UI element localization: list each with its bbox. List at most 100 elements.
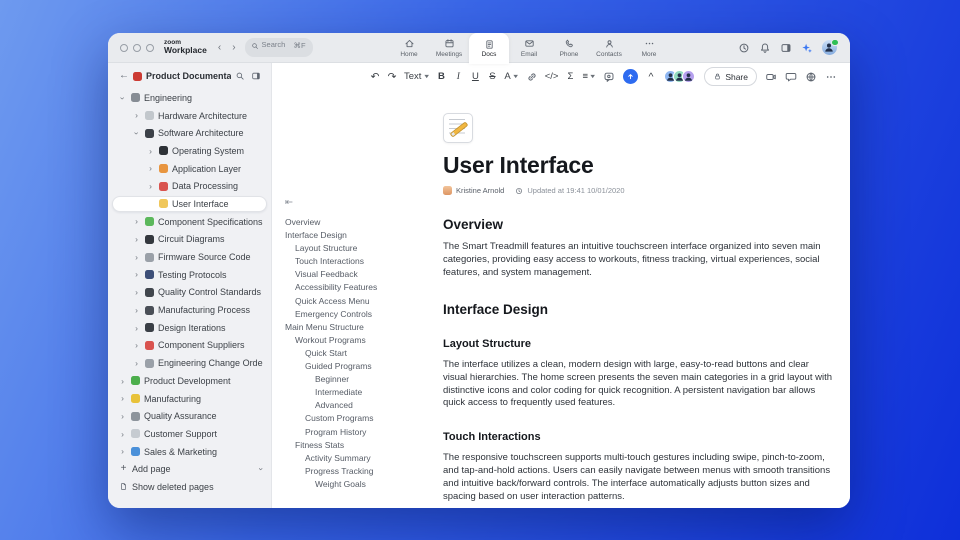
chevron-right-icon[interactable]: › — [118, 394, 127, 403]
nav-back-button[interactable]: ‹ — [218, 42, 221, 53]
bell-icon[interactable] — [759, 42, 771, 54]
sidebar-item-component-specifications[interactable]: › Component Specifications — [108, 213, 271, 231]
collapse-toolbar-button[interactable]: ^ — [643, 68, 659, 85]
chevron-right-icon[interactable]: › — [132, 324, 141, 333]
sidebar-item-hardware-architecture[interactable]: › Hardware Architecture — [108, 107, 271, 125]
chevron-right-icon[interactable]: › — [118, 447, 127, 456]
chat-bubble-icon[interactable] — [785, 71, 797, 83]
sidebar-item-testing-protocols[interactable]: › Testing Protocols — [108, 266, 271, 284]
text-color-dropdown[interactable]: A ▼ — [501, 68, 521, 85]
outline-item-touch-interactions[interactable]: Touch Interactions — [285, 255, 437, 268]
formula-button[interactable]: Σ — [562, 68, 578, 85]
global-search-input[interactable]: Search ⌘F — [244, 38, 313, 57]
ai-companion-button[interactable] — [622, 69, 638, 84]
outline-item-intermediate[interactable]: Intermediate — [285, 386, 437, 399]
chevron-right-icon[interactable]: › — [146, 164, 155, 173]
chevron-right-icon[interactable]: › — [118, 430, 127, 439]
ai-sparkle-icon[interactable] — [801, 42, 813, 54]
history-icon[interactable] — [738, 42, 750, 54]
share-button[interactable]: Share — [704, 67, 757, 86]
sidebar-item-quality-control-standards[interactable]: › Quality Control Standards — [108, 284, 271, 302]
tab-home[interactable]: Home — [389, 33, 429, 63]
undo-button[interactable]: ↶ — [367, 68, 383, 85]
video-camera-icon[interactable] — [765, 71, 777, 83]
chevron-right-icon[interactable]: › — [132, 253, 141, 262]
outline-item-quick-access-menu[interactable]: Quick Access Menu — [285, 295, 437, 308]
show-deleted-pages-button[interactable]: Show deleted pages — [108, 478, 271, 496]
outline-item-accessibility-features[interactable]: Accessibility Features — [285, 281, 437, 294]
outline-item-workout-programs[interactable]: Workout Programs — [285, 334, 437, 347]
chevron-right-icon[interactable]: › — [132, 359, 141, 368]
collaborator-avatar-3[interactable] — [682, 70, 696, 83]
outline-item-activity-summary[interactable]: Activity Summary — [285, 452, 437, 465]
chevron-right-icon[interactable]: › — [118, 412, 127, 421]
outline-item-layout-structure[interactable]: Layout Structure — [285, 242, 437, 255]
sidebar-item-component-suppliers[interactable]: › Component Suppliers — [108, 337, 271, 355]
chevron-right-icon[interactable]: › — [146, 147, 155, 156]
chevron-right-icon[interactable]: › — [132, 341, 141, 350]
back-arrow-icon[interactable]: ← — [119, 71, 129, 81]
user-avatar[interactable] — [822, 38, 839, 55]
outline-item-fitness-stats[interactable]: Fitness Stats — [285, 439, 437, 452]
tab-contacts[interactable]: Contacts — [589, 33, 629, 63]
redo-button[interactable]: ↷ — [384, 68, 400, 85]
outline-item-weight-goals[interactable]: Weight Goals — [285, 478, 437, 491]
chevron-down-icon[interactable]: › — [132, 129, 142, 138]
tab-more[interactable]: More — [629, 33, 669, 63]
maximize-button[interactable] — [146, 43, 154, 52]
outline-item-progress-tracking[interactable]: Progress Tracking — [285, 465, 437, 478]
outline-item-advanced[interactable]: Advanced — [285, 399, 437, 412]
outline-item-main-menu-structure[interactable]: Main Menu Structure — [285, 321, 437, 334]
sidebar-item-engineering[interactable]: › Engineering — [108, 89, 271, 107]
tab-email[interactable]: Email — [509, 33, 549, 63]
sidebar-item-software-architecture[interactable]: › Software Architecture — [108, 124, 271, 142]
strikethrough-button[interactable]: S — [484, 68, 500, 85]
sidebar-panel-icon[interactable] — [251, 71, 261, 81]
chevron-right-icon[interactable]: › — [132, 111, 141, 120]
sidebar-item-product-development[interactable]: › Product Development — [108, 372, 271, 390]
tab-phone[interactable]: Phone — [549, 33, 589, 63]
bold-button[interactable]: B — [433, 68, 449, 85]
sidebar-item-application-layer[interactable]: › Application Layer — [108, 160, 271, 178]
italic-button[interactable]: I — [450, 68, 466, 85]
sidebar-item-operating-system[interactable]: › Operating System — [108, 142, 271, 160]
sidebar-item-sales-marketing[interactable]: › Sales & Marketing — [108, 443, 271, 461]
link-button[interactable] — [523, 68, 541, 85]
chevron-right-icon[interactable]: › — [132, 306, 141, 315]
collapse-outline-icon[interactable]: ⇤ — [285, 197, 437, 208]
sidebar-item-firmware-source-code[interactable]: › Firmware Source Code — [108, 248, 271, 266]
outline-item-quick-start[interactable]: Quick Start — [285, 347, 437, 360]
tab-docs[interactable]: Docs — [469, 33, 509, 64]
align-dropdown[interactable]: ≡ ▼ — [579, 68, 599, 85]
format-dropdown[interactable]: Text ▼ — [401, 68, 432, 85]
add-page-button[interactable]: + Add page › — [108, 460, 271, 478]
sidebar-item-engineering-change-orders[interactable]: › Engineering Change Orders — [108, 354, 271, 372]
nav-forward-button[interactable]: › — [232, 42, 235, 53]
sidebar-item-circuit-diagrams[interactable]: › Circuit Diagrams — [108, 231, 271, 249]
sidebar-search-icon[interactable] — [235, 71, 245, 81]
comment-button[interactable] — [600, 68, 618, 85]
outline-item-interface-design[interactable]: Interface Design — [285, 229, 437, 242]
outline-item-program-history[interactable]: Program History — [285, 426, 437, 439]
sidebar-item-data-processing[interactable]: › Data Processing — [108, 177, 271, 195]
outline-item-custom-programs[interactable]: Custom Programs — [285, 412, 437, 425]
chevron-right-icon[interactable]: › — [118, 377, 127, 386]
chevron-right-icon[interactable]: › — [132, 217, 141, 226]
minimize-button[interactable] — [133, 43, 141, 52]
underline-button[interactable]: U — [467, 68, 483, 85]
sidebar-item-user-interface[interactable]: ›User Interface — [108, 195, 271, 213]
globe-icon[interactable] — [805, 71, 817, 83]
sidebar-item-customer-support[interactable]: › Customer Support — [108, 425, 271, 443]
chevron-right-icon[interactable]: › — [132, 288, 141, 297]
chevron-right-icon[interactable]: › — [146, 182, 155, 191]
chevron-right-icon[interactable]: › — [132, 270, 141, 279]
outline-item-beginner[interactable]: Beginner — [285, 373, 437, 386]
close-button[interactable] — [120, 43, 128, 52]
outline-item-overview[interactable]: Overview — [285, 216, 437, 229]
document-scroll-area[interactable]: ⇤ Overview Interface Design Layout Structu… — [272, 90, 850, 508]
sidebar-item-manufacturing[interactable]: › Manufacturing — [108, 390, 271, 408]
sidebar-item-quality-assurance[interactable]: › Quality Assurance — [108, 407, 271, 425]
outline-item-visual-feedback[interactable]: Visual Feedback — [285, 268, 437, 281]
chevron-down-icon[interactable]: › — [257, 468, 267, 471]
chevron-down-icon[interactable]: › — [118, 93, 128, 102]
